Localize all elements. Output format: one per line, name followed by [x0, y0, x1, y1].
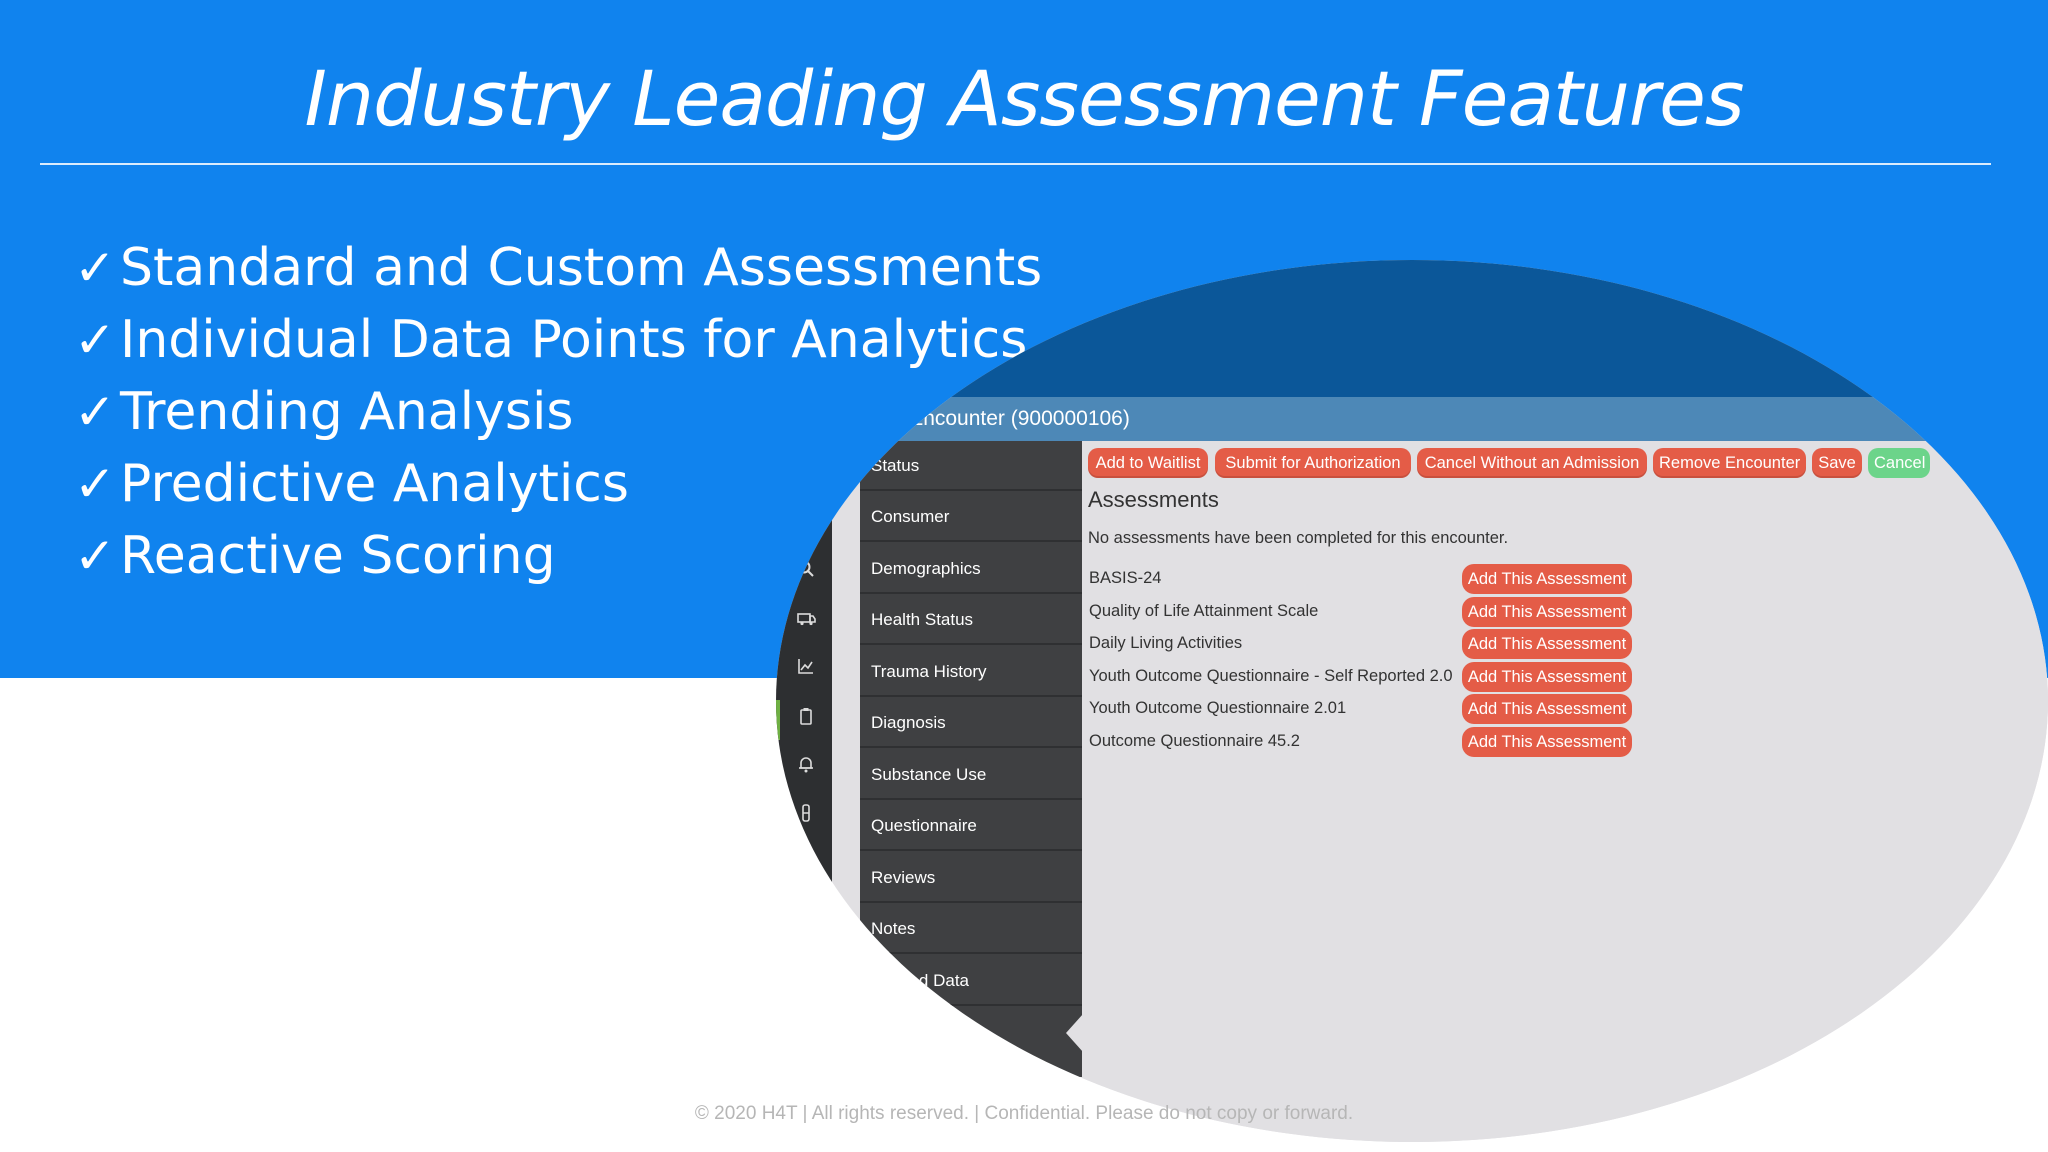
screenshot-oval: ge Encounter (900000106) Status Consumer…: [776, 260, 2048, 1142]
checkmark-icon: ✓: [74, 311, 116, 369]
add-assessment-button[interactable]: Add This Assessment: [1462, 564, 1632, 594]
slide-title: Industry Leading Assessment Features: [304, 54, 1744, 143]
clipboard-icon[interactable]: [795, 706, 817, 728]
cancel-button[interactable]: Cancel: [1868, 448, 1930, 478]
slide-footer: © 2020 H4T | All rights reserved. | Conf…: [694, 1103, 1354, 1124]
encounter-title: ge Encounter (900000106): [880, 407, 1130, 430]
nav-item-substance-use[interactable]: Substance Use: [860, 750, 1082, 800]
section-nav: Status Consumer Demographics Health Stat…: [860, 441, 1082, 1077]
nav-item-notes[interactable]: Notes: [860, 904, 1082, 954]
nav-active-pointer: [1066, 1014, 1083, 1052]
nav-item-status[interactable]: Status: [860, 441, 1082, 491]
app-backdrop: [776, 260, 2048, 397]
remove-encounter-button[interactable]: Remove Encounter: [1653, 448, 1806, 478]
add-assessment-button[interactable]: Add This Assessment: [1462, 662, 1632, 692]
add-to-waitlist-button[interactable]: Add to Waitlist: [1088, 448, 1208, 478]
nav-item-reviews[interactable]: Reviews: [860, 853, 1082, 903]
chart-icon[interactable]: [795, 656, 817, 678]
feature-label: Predictive Analytics: [120, 454, 629, 514]
add-assessment-button[interactable]: Add This Assessment: [1462, 597, 1632, 627]
app-screenshot: ge Encounter (900000106) Status Consumer…: [776, 260, 2048, 1142]
vial-icon[interactable]: [795, 803, 817, 825]
assessment-name: Youth Outcome Questionnaire - Self Repor…: [1089, 667, 1453, 685]
feature-label: Trending Analysis: [120, 382, 574, 442]
add-assessment-button[interactable]: Add This Assessment: [1462, 694, 1632, 724]
empty-assessments-message: No assessments have been completed for t…: [1088, 529, 1509, 547]
checkmark-icon: ✓: [74, 239, 116, 297]
checkmark-icon: ✓: [74, 455, 116, 513]
assessment-name: BASIS-24: [1089, 569, 1162, 587]
icon-sidebar: [776, 441, 832, 1142]
assessments-title: Assessments: [1088, 487, 1219, 512]
nav-item-trauma-history[interactable]: Trauma History: [860, 647, 1082, 697]
title-divider: [40, 163, 1991, 165]
nav-item-health-status[interactable]: Health Status: [860, 595, 1082, 645]
submit-for-authorization-button[interactable]: Submit for Authorization: [1215, 448, 1411, 478]
active-indicator: [776, 700, 780, 740]
assessment-name: Outcome Questionnaire 45.2: [1089, 732, 1300, 750]
assessment-name: Youth Outcome Questionnaire 2.01: [1089, 699, 1347, 717]
nav-item-consumer[interactable]: Consumer: [860, 492, 1082, 542]
cancel-without-admission-button[interactable]: Cancel Without an Admission: [1417, 448, 1647, 478]
feature-label: Reactive Scoring: [120, 526, 556, 586]
assessment-name: Quality of Life Attainment Scale: [1089, 602, 1319, 620]
ambulance-icon[interactable]: [795, 608, 817, 630]
bell-icon[interactable]: [795, 754, 817, 776]
slide: Industry Leading Assessment Features ✓ St…: [0, 0, 2048, 1152]
save-button[interactable]: Save: [1812, 448, 1862, 478]
checkmark-icon: ✓: [74, 383, 116, 441]
nav-item-diagnosis[interactable]: Diagnosis: [860, 698, 1082, 748]
add-assessment-button[interactable]: Add This Assessment: [1462, 629, 1632, 659]
nav-item-demographics[interactable]: Demographics: [860, 544, 1082, 594]
nav-item-questionnaire[interactable]: Questionnaire: [860, 801, 1082, 851]
search-icon[interactable]: [795, 559, 817, 581]
add-assessment-button[interactable]: Add This Assessment: [1462, 727, 1632, 757]
assessment-name: Daily Living Activities: [1089, 634, 1243, 652]
nav-item-coded-data[interactable]: ded Data: [860, 956, 1082, 1006]
checkmark-icon: ✓: [74, 527, 116, 585]
